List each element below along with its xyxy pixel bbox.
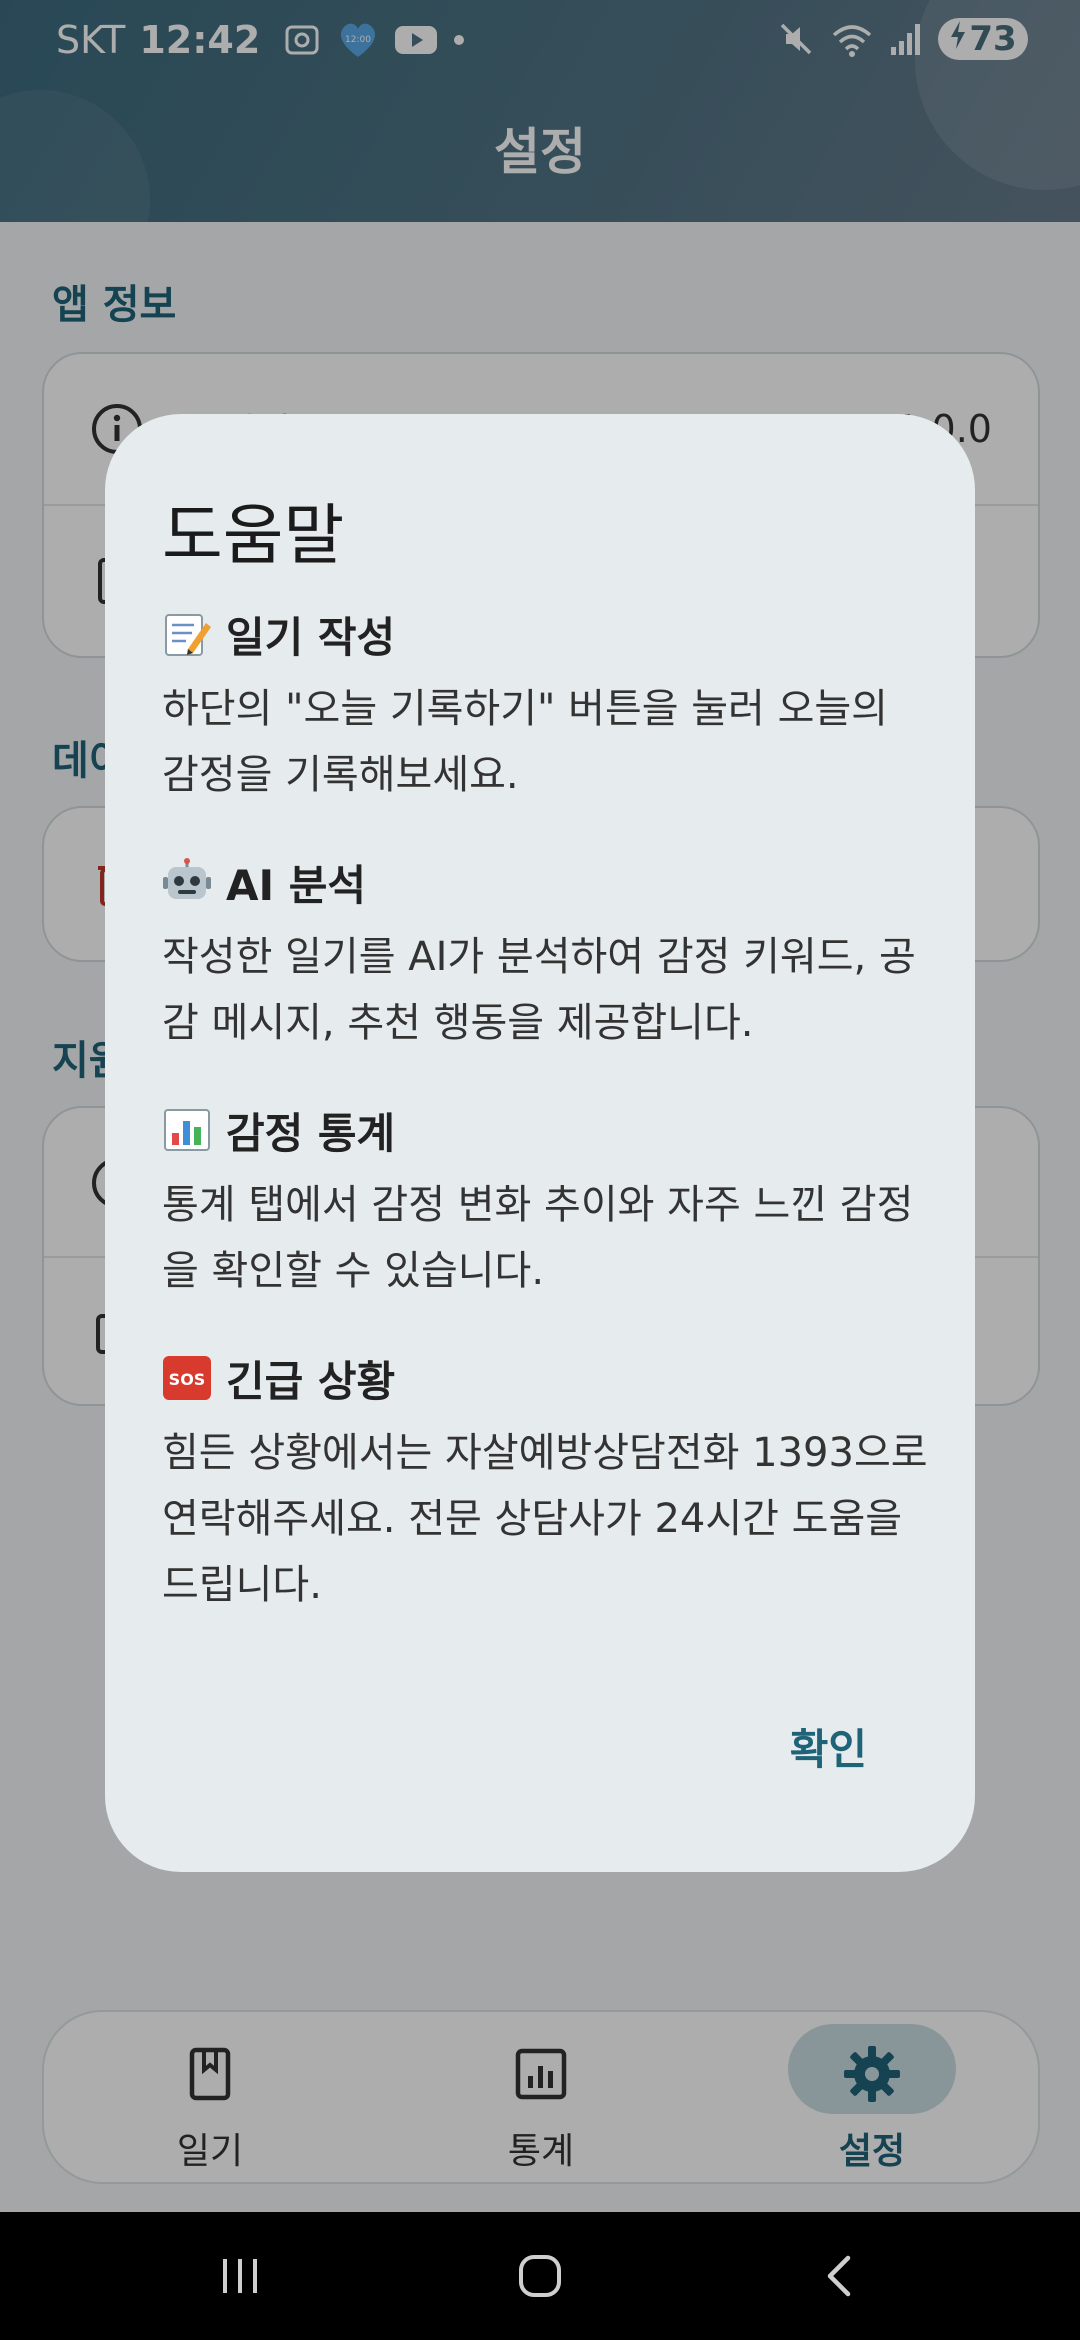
help-section-heading: 감정 통계 xyxy=(226,1108,396,1158)
svg-text:SOS: SOS xyxy=(169,1370,206,1389)
help-section-body: 작성한 일기를 AI가 분석하여 감정 키워드, 공감 메시지, 추천 행동을 … xyxy=(162,934,916,1046)
confirm-button[interactable]: 확인 xyxy=(790,1716,867,1777)
help-section-ai: AI 분석 작성한 일기를 AI가 분석하여 감정 키워드, 공감 메시지, 추… xyxy=(162,854,932,1056)
help-section-diary: 일기 작성 하단의 "오늘 기록하기" 버튼을 눌러 오늘의 감정을 기록해보세… xyxy=(162,606,932,808)
robot-icon xyxy=(162,857,212,907)
help-section-body: 통계 탭에서 감정 변화 추이와 자주 느낀 감정을 확인할 수 있습니다. xyxy=(162,1182,914,1294)
memo-icon xyxy=(162,609,212,659)
back-button[interactable] xyxy=(800,2236,880,2316)
help-section-heading: AI 분석 xyxy=(226,860,367,910)
help-section-emergency: SOS 긴급 상황 힘든 상황에서는 자살예방상담전화 1393으로 연락해주세… xyxy=(162,1350,932,1618)
help-section-body: 하단의 "오늘 기록하기" 버튼을 눌러 오늘의 감정을 기록해보세요. xyxy=(162,686,888,798)
help-section-heading: 긴급 상황 xyxy=(226,1356,396,1406)
help-section-heading: 일기 작성 xyxy=(226,612,396,662)
help-section-body: 힘든 상황에서는 자살예방상담전화 1393으로 연락해주세요. 전문 상담사가… xyxy=(162,1430,928,1608)
bar-chart-icon xyxy=(162,1105,212,1155)
help-dialog: 도움말 일기 작성 하단의 "오늘 기록하기" 버튼을 눌러 오늘의 감정을 기… xyxy=(105,414,975,1872)
system-navigation-bar xyxy=(0,2212,1080,2340)
home-button[interactable] xyxy=(500,2236,580,2316)
recent-apps-button[interactable] xyxy=(200,2236,280,2316)
dialog-title: 도움말 xyxy=(162,497,345,574)
help-section-stats: 감정 통계 통계 탭에서 감정 변화 추이와 자주 느낀 감정을 확인할 수 있… xyxy=(162,1102,932,1304)
sos-icon: SOS xyxy=(162,1353,212,1403)
